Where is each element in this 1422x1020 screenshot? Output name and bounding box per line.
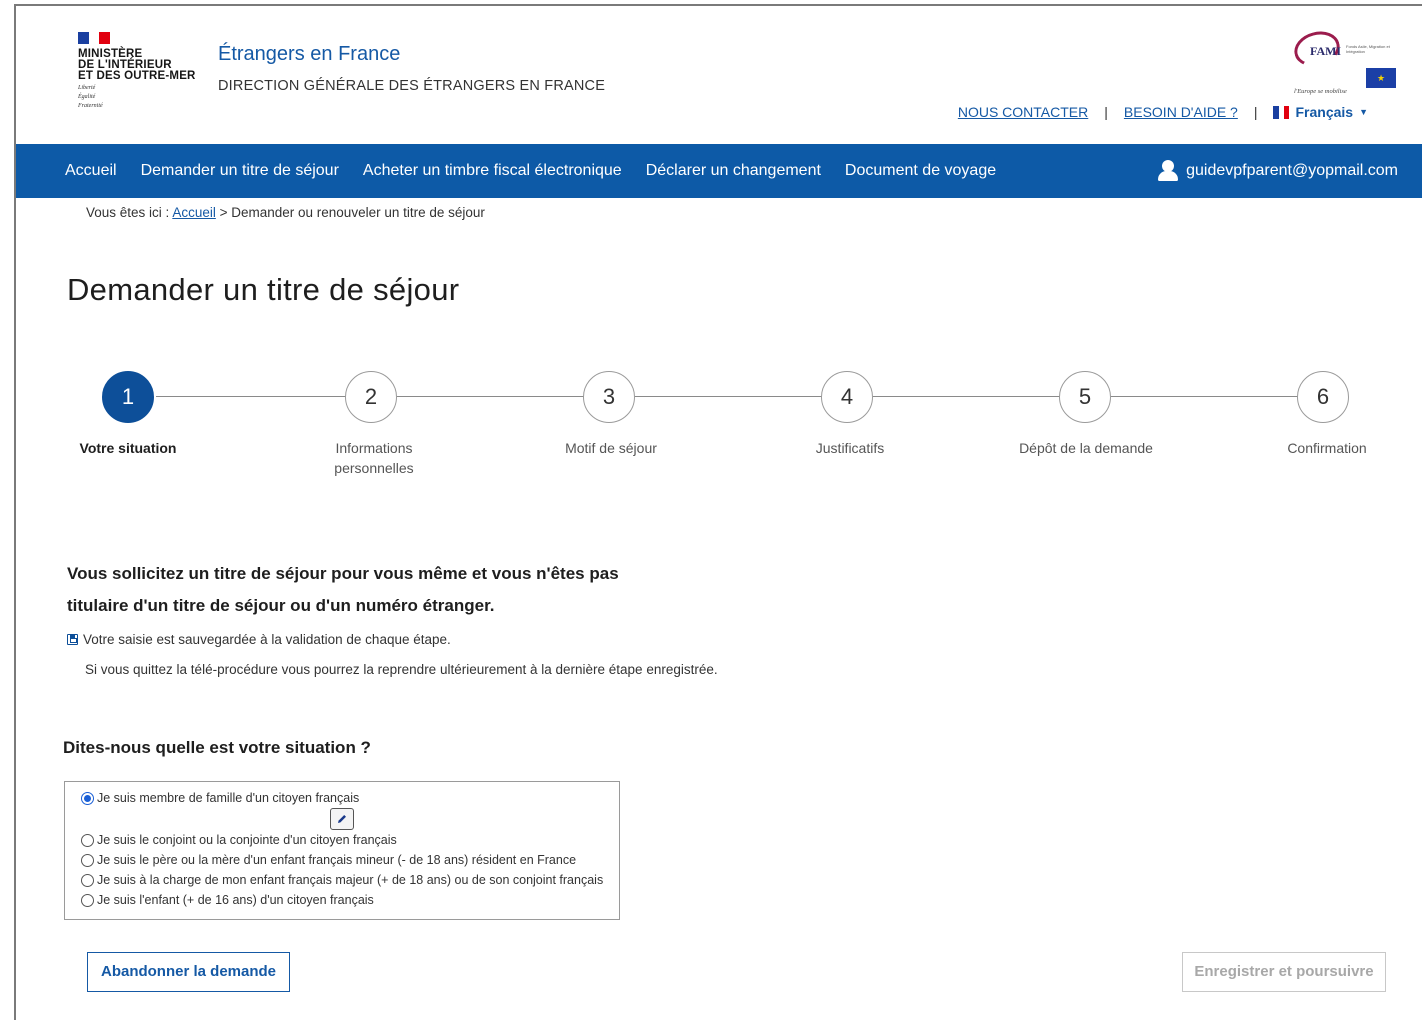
user-account[interactable]: guidevpfparent@yopmail.com — [1158, 160, 1398, 182]
step-connector — [397, 396, 585, 397]
step-3-circle: 3 — [583, 371, 635, 423]
nav-item-declarer-changement[interactable]: Déclarer un changement — [646, 162, 821, 180]
nav-item-timbre-fiscal[interactable]: Acheter un timbre fiscal électronique — [363, 162, 622, 180]
site-subtitle: DIRECTION GÉNÉRALE DES ÉTRANGERS EN FRAN… — [218, 78, 606, 94]
step-connector — [1111, 396, 1299, 397]
option-parent-enfant-mineur[interactable]: Je suis le père ou la mère d'un enfant f… — [81, 853, 576, 867]
user-email: guidevpfparent@yopmail.com — [1186, 162, 1398, 179]
user-icon — [1158, 160, 1179, 182]
devise-1: Liberté — [78, 85, 96, 91]
step-3-label: Motif de séjour — [565, 440, 657, 456]
breadcrumb: Vous êtes ici : Accueil > Demander ou re… — [86, 205, 485, 220]
breadcrumb-home-link[interactable]: Accueil — [172, 205, 216, 220]
situation-intro: Vous sollicitez un titre de séjour pour … — [67, 558, 707, 622]
fami-small-text: Fonds Asile, Migration et Intégration — [1346, 44, 1390, 54]
intro-line-2: titulaire d'un titre de séjour ou d'un n… — [67, 596, 495, 615]
header-links: NOUS CONTACTER | BESOIN D'AIDE ? | Franç… — [958, 104, 1368, 120]
option-enfant-citoyen[interactable]: Je suis l'enfant (+ de 16 ans) d'un cito… — [81, 893, 374, 907]
save-note-text: Votre saisie est sauvegardée à la valida… — [83, 632, 451, 647]
radio-button[interactable] — [81, 873, 94, 887]
intro-line-1: Vous sollicitez un titre de séjour pour … — [67, 564, 619, 583]
option-conjoint[interactable]: Je suis le conjoint ou la conjointe d'un… — [81, 833, 397, 847]
option-label: Je suis le père ou la mère d'un enfant f… — [97, 853, 577, 867]
option-a-charge-enfant-majeur[interactable]: Je suis à la charge de mon enfant frança… — [81, 873, 603, 887]
nav-item-accueil[interactable]: Accueil — [65, 162, 117, 180]
eu-flag-icon: ★ — [1366, 68, 1396, 88]
step-1-label: Votre situation — [79, 440, 177, 456]
edit-button[interactable] — [330, 808, 354, 830]
page-title: Demander un titre de séjour — [67, 272, 460, 307]
step-2-circle: 2 — [345, 371, 397, 423]
option-label: Je suis membre de famille d'un citoyen f… — [97, 791, 360, 805]
option-label: Je suis le conjoint ou la conjointe d'un… — [97, 833, 397, 847]
french-flag-icon — [1273, 105, 1290, 119]
ministry-name-3: ET DES OUTRE-MER — [78, 70, 196, 82]
site-header: MINISTÈRE DE L'INTÉRIEUR ET DES OUTRE-ME… — [16, 6, 1422, 144]
option-membre-famille[interactable]: Je suis membre de famille d'un citoyen f… — [81, 791, 359, 805]
step-4-label: Justificatifs — [815, 440, 885, 456]
fami-slogan: l'Europe se mobilise — [1294, 88, 1347, 95]
devise-2: Égalité — [78, 94, 96, 100]
help-link[interactable]: BESOIN D'AIDE ? — [1124, 104, 1238, 120]
save-continue-button[interactable]: Enregistrer et poursuivre — [1182, 952, 1386, 992]
abandon-button[interactable]: Abandonner la demande — [87, 952, 290, 992]
step-connector — [156, 396, 347, 397]
breadcrumb-current: > Demander ou renouveler un titre de séj… — [219, 205, 485, 220]
step-6-label: Confirmation — [1287, 440, 1367, 456]
language-label: Français — [1295, 104, 1354, 120]
save-note: Votre saisie est sauvegardée à la valida… — [67, 632, 451, 647]
nav-item-demander-titre[interactable]: Demander un titre de séjour — [141, 162, 339, 180]
site-title[interactable]: Étrangers en France — [218, 43, 400, 66]
nav-item-document-voyage[interactable]: Document de voyage — [845, 162, 996, 180]
situation-options: Je suis membre de famille d'un citoyen f… — [64, 781, 620, 920]
radio-button[interactable] — [81, 853, 94, 867]
breadcrumb-prefix: Vous êtes ici : — [86, 205, 170, 220]
separator: | — [1104, 104, 1108, 120]
step-6-circle: 6 — [1297, 371, 1349, 423]
floppy-disk-icon — [67, 634, 78, 645]
language-selector[interactable]: Français ▼ — [1273, 104, 1368, 120]
situation-question: Dites-nous quelle est votre situation ? — [63, 738, 371, 757]
step-1-circle: 1 — [102, 371, 154, 423]
step-connector — [873, 396, 1061, 397]
resume-note: Si vous quittez la télé-procédure vous p… — [85, 662, 718, 677]
step-5-circle: 5 — [1059, 371, 1111, 423]
option-label: Je suis l'enfant (+ de 16 ans) d'un cito… — [97, 893, 374, 907]
radio-button[interactable] — [81, 833, 94, 847]
step-5-label: Dépôt de la demande — [1019, 440, 1153, 456]
separator: | — [1253, 104, 1258, 120]
progress-stepper: 1 2 3 4 5 6 Votre situation Informations… — [16, 366, 1422, 486]
caret-down-icon: ▼ — [1359, 107, 1368, 117]
step-2-label: Informations personnelles — [334, 440, 414, 476]
step-connector — [635, 396, 823, 397]
contact-link[interactable]: NOUS CONTACTER — [958, 104, 1088, 120]
step-4-circle: 4 — [821, 371, 873, 423]
marianne-flag-icon — [78, 32, 111, 44]
fami-name: FAMI — [1310, 44, 1342, 58]
ministry-logo[interactable]: MINISTÈRE DE L'INTÉRIEUR ET DES OUTRE-ME… — [78, 32, 218, 109]
radio-button[interactable] — [81, 893, 94, 907]
devise-3: Fraternité — [78, 103, 103, 109]
pencil-icon — [338, 815, 346, 823]
radio-button[interactable] — [81, 791, 94, 805]
fami-logo: FAMI Fonds Asile, Migration et Intégrati… — [1276, 26, 1396, 102]
main-nav: Accueil Demander un titre de séjour Ache… — [16, 144, 1422, 198]
option-label: Je suis à la charge de mon enfant frança… — [97, 873, 604, 887]
page-frame: MINISTÈRE DE L'INTÉRIEUR ET DES OUTRE-ME… — [14, 4, 1422, 1020]
